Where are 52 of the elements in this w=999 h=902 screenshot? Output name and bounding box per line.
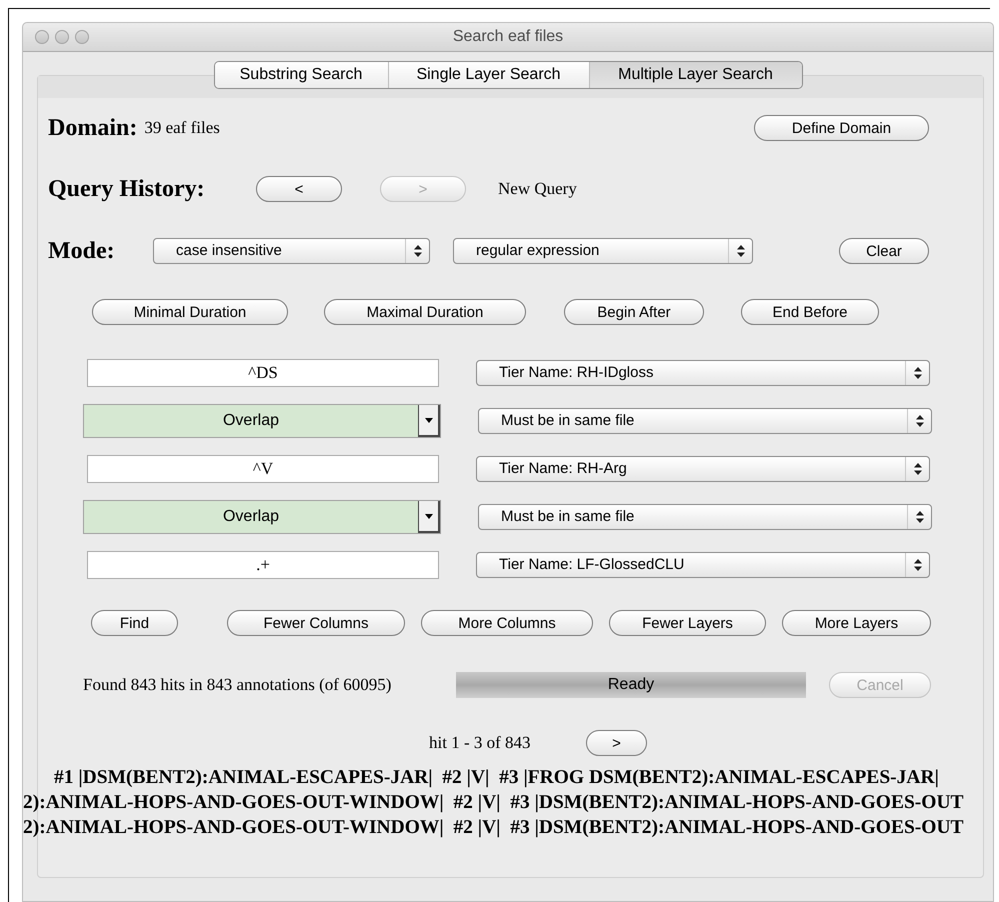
tab[interactable]: Multiple Layer Search — [588, 62, 802, 88]
window-control-icon[interactable] — [75, 30, 89, 44]
relation-combo[interactable]: Overlap — [83, 500, 441, 534]
constraint-button[interactable]: Minimal Duration — [92, 299, 288, 325]
dropdown-arrow-icon — [424, 514, 432, 518]
mode-label: Mode: — [48, 237, 116, 266]
pattern-field[interactable]: .+ — [87, 551, 439, 579]
up-down-arrows-icon — [916, 415, 924, 427]
dropdown-select[interactable]: Tier Name: RH-IDgloss — [476, 360, 930, 386]
dropdown-select[interactable]: Tier Name: LF-GlossedCLU — [476, 552, 930, 578]
query-status: New Query — [498, 178, 577, 200]
action-button[interactable]: More Layers — [782, 610, 931, 636]
dropdown-select[interactable]: case insensitive — [153, 238, 430, 264]
dropdown-select[interactable]: Must be in same file — [478, 504, 932, 530]
constraint-button[interactable]: Begin After — [564, 299, 704, 325]
progress-bar: Ready — [456, 672, 806, 698]
clear-button[interactable]: Clear — [839, 238, 929, 264]
window-control-icon[interactable] — [35, 30, 49, 44]
relation-combo[interactable]: Overlap — [83, 404, 441, 438]
constraint-button[interactable]: End Before — [741, 299, 879, 325]
dropdown-arrow-icon — [424, 418, 432, 422]
tab[interactable]: Single Layer Search — [388, 62, 588, 88]
window-control-icon[interactable] — [55, 30, 69, 44]
action-button[interactable]: Find — [91, 610, 178, 636]
dropdown-select[interactable]: Tier Name: RH-Arg — [476, 456, 930, 482]
domain-value: 39 eaf files — [144, 117, 220, 140]
result-line: 2):ANIMAL-HOPS-AND-GOES-OUT-WINDOW| #2 |V| #3 |DSM(BENT2):ANIMAL-HOPS-AND-GOES-OUT — [23, 791, 964, 815]
up-down-arrows-icon — [916, 511, 924, 523]
dropdown-select[interactable]: regular expression — [453, 238, 753, 264]
action-button[interactable]: Fewer Layers — [609, 610, 766, 636]
pattern-field[interactable]: ^DS — [87, 359, 439, 387]
query-history-label: Query History: — [48, 175, 206, 204]
hit-range: hit 1 - 3 of 843 — [429, 732, 532, 754]
window-title: Search eaf files — [452, 27, 564, 47]
tab[interactable]: Substring Search — [214, 62, 388, 88]
constraint-button[interactable]: Maximal Duration — [324, 299, 526, 325]
up-down-arrows-icon — [914, 463, 922, 475]
next-page-button[interactable]: > — [586, 730, 647, 756]
up-down-arrows-icon — [414, 245, 422, 257]
define-domain-button[interactable]: Define Domain — [754, 115, 929, 141]
up-down-arrows-icon — [736, 245, 744, 257]
pattern-field[interactable]: ^V — [87, 455, 439, 483]
result-line: #1 |DSM(BENT2):ANIMAL-ESCAPES-JAR| #2 |V| #3 |FROG DSM(BENT2):ANIMAL-ESCAPES-JAR| — [54, 766, 939, 790]
up-down-arrows-icon — [914, 367, 922, 379]
results-summary: Found 843 hits in 843 annotations (of 60095) — [83, 674, 392, 696]
dropdown-select[interactable]: Must be in same file — [478, 408, 932, 434]
domain-label: Domain: — [48, 114, 138, 143]
up-down-arrows-icon — [914, 559, 922, 571]
result-line: 2):ANIMAL-HOPS-AND-GOES-OUT-WINDOW| #2 |V| #3 |DSM(BENT2):ANIMAL-HOPS-AND-GOES-OUT — [23, 816, 964, 840]
action-button[interactable]: Fewer Columns — [227, 610, 405, 636]
action-button[interactable]: More Columns — [421, 610, 593, 636]
back-button[interactable]: < — [256, 176, 342, 202]
